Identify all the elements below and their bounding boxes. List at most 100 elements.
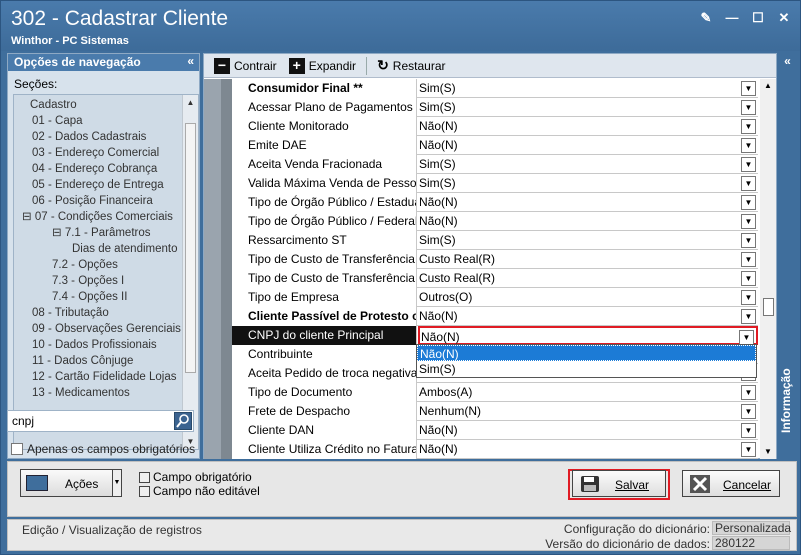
actions-dropdown-arrow[interactable]: ▼ bbox=[112, 469, 122, 497]
property-value-select[interactable]: Sim(S) ▼ bbox=[418, 231, 758, 250]
actions-button[interactable]: Ações bbox=[20, 469, 120, 497]
nav-tree-item[interactable]: 04 - Endereço Cobrança bbox=[16, 161, 184, 177]
property-value-select[interactable]: Custo Real(R) ▼ bbox=[418, 250, 758, 269]
property-value-select[interactable]: Sim(S) ▼ bbox=[418, 155, 758, 174]
nav-tree-item[interactable]: Cadastro bbox=[16, 97, 184, 113]
collapse-panel-icon[interactable]: « bbox=[187, 54, 194, 68]
chevron-down-icon[interactable]: ▼ bbox=[741, 271, 756, 286]
property-value-select[interactable]: Ambos(A) ▼ bbox=[418, 383, 758, 402]
property-value-select[interactable]: Não(N) ▼ bbox=[418, 193, 758, 212]
property-row[interactable]: Consumidor Final ** Sim(S) ▼ bbox=[232, 79, 758, 98]
information-side-tab[interactable]: « Informação bbox=[777, 53, 798, 459]
property-row[interactable]: Tipo de Órgão Público / Estadual Não(N) ▼ bbox=[232, 193, 758, 212]
search-input[interactable]: cnpj bbox=[7, 410, 194, 432]
property-value-select[interactable]: Não(N) ▼ bbox=[418, 307, 758, 326]
scroll-thumb[interactable] bbox=[763, 298, 774, 316]
property-value-select[interactable]: Custo Real(R) ▼ bbox=[418, 269, 758, 288]
nav-tree-item[interactable]: 10 - Dados Profissionais bbox=[16, 337, 184, 353]
nav-tree-item[interactable]: 09 - Observações Gerenciais bbox=[16, 321, 184, 337]
property-value-select[interactable]: Sim(S) ▼ bbox=[418, 79, 758, 98]
property-value-select[interactable]: Não(N) ▼ bbox=[418, 326, 758, 345]
search-button[interactable] bbox=[174, 412, 192, 430]
nav-tree-item[interactable]: 08 - Tributação bbox=[16, 305, 184, 321]
nav-tree-item[interactable]: ⊟ 07 - Condições Comerciais bbox=[16, 209, 184, 225]
property-value-select[interactable]: Sim(S) ▼ bbox=[418, 98, 758, 117]
property-row[interactable]: Ressarcimento ST Sim(S) ▼ bbox=[232, 231, 758, 250]
property-value-select[interactable]: Nenhum(N) ▼ bbox=[418, 402, 758, 421]
chevron-down-icon[interactable]: ▼ bbox=[741, 442, 756, 457]
chevron-down-icon[interactable]: ▼ bbox=[741, 252, 756, 267]
chevron-down-icon[interactable]: ▼ bbox=[741, 138, 756, 153]
cancel-button[interactable]: Cancelar bbox=[682, 470, 780, 497]
expand-button[interactable]: + Expandir bbox=[285, 57, 360, 74]
close-icon[interactable]: ✕ bbox=[776, 10, 792, 26]
nav-tree-item[interactable]: 7.4 - Opções II bbox=[16, 289, 184, 305]
property-row[interactable]: Tipo de Custo de Transferência de Custo R… bbox=[232, 250, 758, 269]
required-only-checkbox[interactable] bbox=[11, 443, 23, 455]
chevron-down-icon[interactable]: ▼ bbox=[741, 157, 756, 172]
property-value-select[interactable]: Não(N) ▼ bbox=[418, 440, 758, 459]
property-value-select[interactable]: Não(N) ▼ bbox=[418, 136, 758, 155]
chevron-down-icon[interactable]: ▼ bbox=[741, 290, 756, 305]
nav-tree-item[interactable]: 13 - Medicamentos bbox=[16, 385, 184, 401]
property-row[interactable]: Tipo de Documento Ambos(A) ▼ bbox=[232, 383, 758, 402]
property-row[interactable]: Cliente Utiliza Crédito no Faturame Não(N… bbox=[232, 440, 758, 459]
property-row[interactable]: Tipo de Empresa Outros(O) ▼ bbox=[232, 288, 758, 307]
nav-tree-item[interactable]: 11 - Dados Cônjuge bbox=[16, 353, 184, 369]
chevron-down-icon[interactable]: ▼ bbox=[741, 309, 756, 324]
collapse-panel-icon[interactable]: « bbox=[777, 54, 798, 68]
chevron-down-icon[interactable]: ▼ bbox=[741, 100, 756, 115]
property-row[interactable]: Tipo de Custo de Transferência en Custo R… bbox=[232, 269, 758, 288]
dropdown-option-sim[interactable]: Sim(S) bbox=[417, 361, 756, 377]
maximize-icon[interactable]: ☐ bbox=[750, 10, 766, 26]
chevron-down-icon[interactable]: ▼ bbox=[739, 330, 754, 345]
property-value-select[interactable]: Outros(O) ▼ bbox=[418, 288, 758, 307]
chevron-down-icon[interactable]: ▼ bbox=[741, 404, 756, 419]
required-only-option[interactable]: Apenas os campos obrigatórios bbox=[11, 442, 195, 456]
property-value-select[interactable]: Não(N) ▼ bbox=[418, 212, 758, 231]
chevron-down-icon[interactable]: ▼ bbox=[741, 423, 756, 438]
nav-tree-item[interactable]: Dias de atendimento bbox=[16, 241, 184, 257]
collapse-node-icon[interactable]: ⊟ bbox=[52, 227, 65, 239]
property-value-select[interactable]: Não(N) ▼ bbox=[418, 117, 758, 136]
search-input-value[interactable]: cnpj bbox=[12, 414, 34, 428]
nav-tree-item[interactable]: 7.2 - Opções bbox=[16, 257, 184, 273]
scroll-thumb[interactable] bbox=[185, 123, 196, 373]
property-row[interactable]: Aceita Venda Fracionada Sim(S) ▼ bbox=[232, 155, 758, 174]
tree-scrollbar[interactable]: ▲ ▼ bbox=[182, 95, 198, 449]
edit-icon[interactable]: ✎ bbox=[698, 10, 714, 26]
collapse-node-icon[interactable]: ⊟ bbox=[22, 211, 35, 223]
property-row[interactable]: Cliente Passível de Protesto c Não(N) ▼ bbox=[232, 307, 758, 326]
nav-tree-item[interactable]: 06 - Posição Financeira bbox=[16, 193, 184, 209]
property-row[interactable]: Cliente Monitorado Não(N) ▼ bbox=[232, 117, 758, 136]
property-value-select[interactable]: Não(N) ▼ bbox=[418, 421, 758, 440]
nav-tree-item[interactable]: 01 - Capa bbox=[16, 113, 184, 129]
chevron-down-icon[interactable]: ▼ bbox=[741, 195, 756, 210]
nav-tree-item[interactable]: ⊟ 7.1 - Parâmetros bbox=[16, 225, 184, 241]
property-value-select[interactable]: Sim(S) ▼ bbox=[418, 174, 758, 193]
property-row[interactable]: Emite DAE Não(N) ▼ bbox=[232, 136, 758, 155]
dropdown-option-nao[interactable]: Não(N) bbox=[417, 345, 756, 361]
chevron-down-icon[interactable]: ▼ bbox=[741, 214, 756, 229]
save-button[interactable]: Salvar bbox=[572, 470, 666, 497]
restore-button[interactable]: ↻ Restaurar bbox=[373, 57, 449, 74]
nav-tree-item[interactable]: 7.3 - Opções I bbox=[16, 273, 184, 289]
collapse-button[interactable]: − Contrair bbox=[210, 57, 281, 74]
scroll-up-icon[interactable]: ▲ bbox=[760, 79, 776, 93]
chevron-down-icon[interactable]: ▼ bbox=[741, 119, 756, 134]
nav-tree-item[interactable]: 02 - Dados Cadastrais bbox=[16, 129, 184, 145]
property-row[interactable]: Cliente DAN Não(N) ▼ bbox=[232, 421, 758, 440]
nav-tree-item[interactable]: 03 - Endereço Comercial bbox=[16, 145, 184, 161]
minimize-icon[interactable]: — bbox=[724, 10, 740, 26]
property-row[interactable]: Acessar Plano de Pagamentos NegSim(S) ▼ bbox=[232, 98, 758, 117]
nav-tree-item[interactable]: 12 - Cartão Fidelidade Lojas bbox=[16, 369, 184, 385]
property-row[interactable]: CNPJ do cliente Principal Não(N) ▼ bbox=[232, 326, 758, 345]
chevron-down-icon[interactable]: ▼ bbox=[741, 385, 756, 400]
scroll-up-icon[interactable]: ▲ bbox=[183, 95, 198, 110]
scroll-down-icon[interactable]: ▼ bbox=[760, 445, 776, 459]
property-row[interactable]: Valida Máxima Venda de Pessoa FíSim(S) ▼ bbox=[232, 174, 758, 193]
property-row[interactable]: Tipo de Órgão Público / Federal Não(N) ▼ bbox=[232, 212, 758, 231]
property-row[interactable]: Frete de Despacho Nenhum(N) ▼ bbox=[232, 402, 758, 421]
chevron-down-icon[interactable]: ▼ bbox=[741, 233, 756, 248]
chevron-down-icon[interactable]: ▼ bbox=[741, 81, 756, 96]
